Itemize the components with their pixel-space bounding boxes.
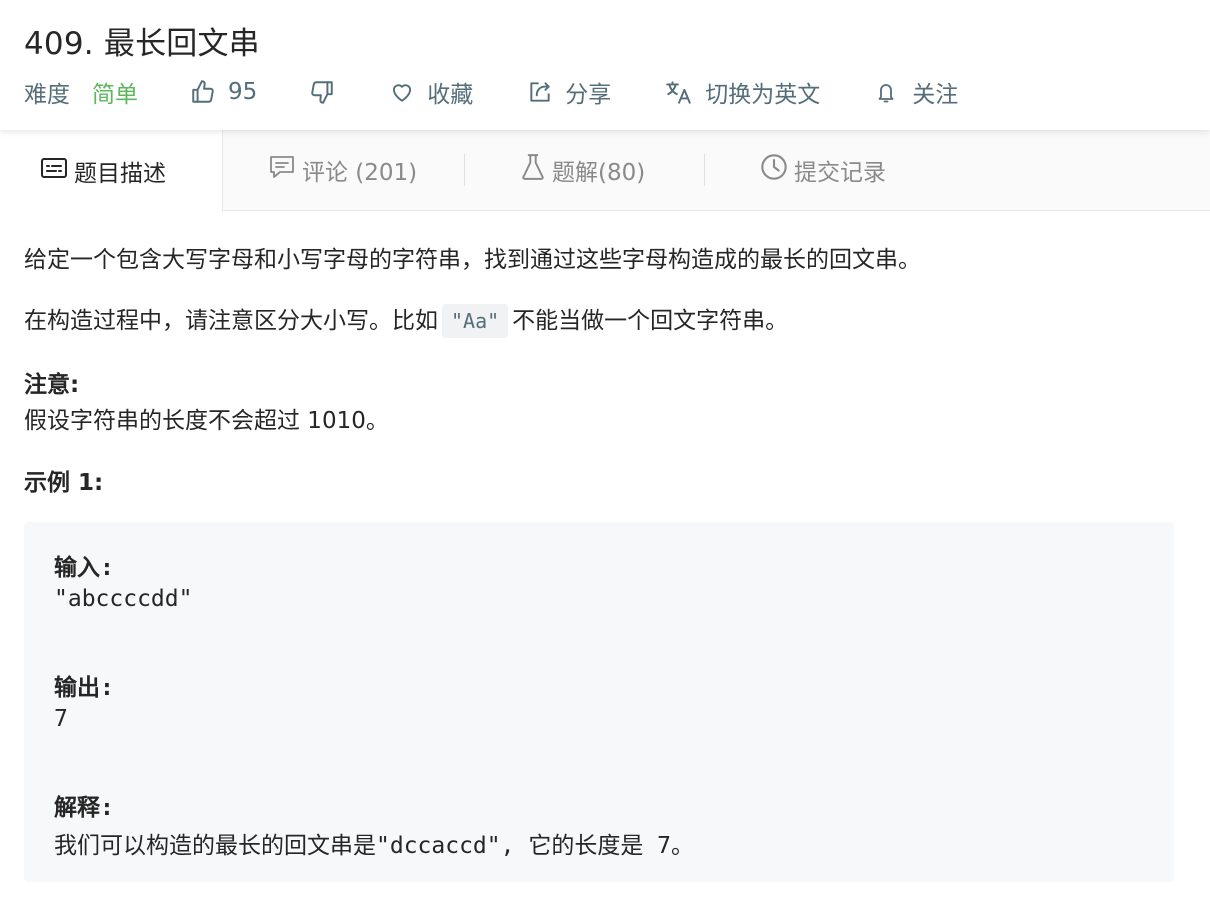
share-label: 分享 [565,82,612,108]
note-heading: 注意: [24,372,80,398]
problem-meta-toolbar: 难度 简单 95 收藏 分享 切换为英文 关注 [24,74,958,110]
tab-description[interactable]: 题目描述 [0,130,223,211]
tab-divider [464,154,465,186]
tab-submissions-label: 提交记录 [794,160,886,186]
example-output-value: 7 [54,706,68,732]
description-icon [40,156,68,186]
example-code-block: 输入: "abccccdd" 输出: 7 解释: 我们可以构造的最长的回文串是"… [24,522,1174,882]
tab-divider [704,154,705,186]
bell-icon [874,79,898,105]
case-note-text: 在构造过程中，请注意区分大小写。比如 [24,308,438,334]
tab-comments[interactable]: 评论 (201) [268,130,417,210]
description-paragraph: 给定一个包含大写字母和小写字母的字符串，找到通过这些字母构造成的最长的回文串。 [24,247,921,273]
follow-label: 关注 [912,82,959,108]
thumbs-down-icon [309,79,335,105]
dislike-button[interactable] [309,79,335,105]
problem-tabs: 题目描述 评论 (201) 题解(80) 提交记录 [0,130,1210,211]
tab-comments-label: 评论 (201) [302,160,418,186]
thumbs-up-icon [190,79,216,105]
tab-solutions[interactable]: 题解(80) [520,130,645,210]
translate-icon [665,79,693,105]
description-paragraph: 在构造过程中，请注意区分大小写。比如 "Aa" 不能当做一个回文字符串。 [24,301,789,338]
difficulty-label: 难度 [24,82,70,108]
example-input-label: 输入: [54,555,114,581]
share-icon [527,79,553,105]
tab-description-label: 题目描述 [74,160,166,187]
switch-language-button[interactable]: 切换为英文 [665,75,820,109]
heart-icon [389,79,415,105]
problem-title: 409. 最长回文串 [24,26,260,62]
example-input-value: "abccccdd" [54,586,193,612]
tab-solutions-label: 题解(80) [552,160,646,186]
comment-icon [268,154,296,186]
like-button[interactable]: 95 [190,79,257,105]
note-text: 假设字符串的长度不会超过 1010。 [24,408,389,434]
favorite-button[interactable]: 收藏 [389,75,473,109]
example-explain-label: 解释: [54,795,114,821]
example-heading: 示例 1: [24,470,104,496]
like-count: 95 [228,79,258,105]
example-output-label: 输出: [54,675,114,701]
flask-icon [520,153,546,187]
case-note-text: 不能当做一个回文字符串。 [512,308,789,334]
inline-code: "Aa" [442,304,509,338]
difficulty-value: 简单 [92,82,138,108]
favorite-label: 收藏 [427,82,474,108]
share-button[interactable]: 分享 [527,75,611,109]
clock-icon [760,153,788,187]
example-explain-value: 我们可以构造的最长的回文串是"dccaccd", 它的长度是 7。 [54,833,695,859]
tab-submissions[interactable]: 提交记录 [760,130,886,210]
follow-button[interactable]: 关注 [874,75,958,109]
switch-language-label: 切换为英文 [705,82,821,108]
problem-header: 409. 最长回文串 难度 简单 95 收藏 分享 切换为英文 关注 [0,0,1210,130]
